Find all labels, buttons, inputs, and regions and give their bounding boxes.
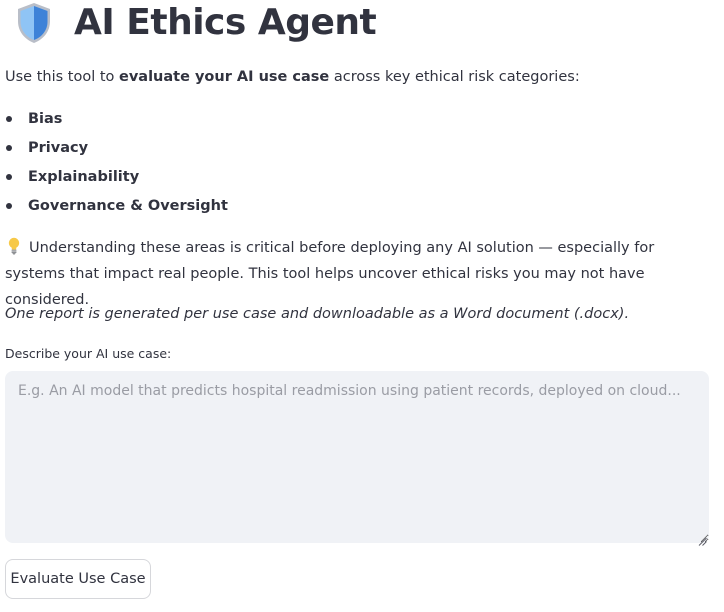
report-note: One report is generated per use case and… [5, 306, 630, 322]
intro-text: Use this tool to evaluate your AI use ca… [5, 66, 580, 88]
page-title: AI Ethics Agent [74, 2, 377, 43]
category-label: Governance & Oversight [28, 198, 228, 214]
bullet-icon [6, 116, 12, 122]
use-case-input[interactable] [5, 371, 709, 543]
list-item: Privacy [5, 137, 228, 166]
list-item: Governance & Oversight [5, 195, 228, 224]
bullet-icon [6, 174, 12, 180]
risk-category-list: Bias Privacy Explainability Governance &… [5, 108, 228, 224]
list-item: Explainability [5, 166, 228, 195]
evaluate-use-case-button[interactable]: Evaluate Use Case [5, 559, 151, 599]
category-label: Bias [28, 111, 63, 127]
shield-icon [14, 1, 54, 45]
info-note-text: Understanding these areas is critical be… [5, 240, 655, 308]
page-header: AI Ethics Agent [14, 0, 377, 46]
bullet-icon [6, 145, 12, 151]
category-label: Privacy [28, 140, 89, 156]
intro-suffix: across key ethical risk categories: [329, 69, 580, 85]
intro-prefix: Use this tool to [5, 69, 119, 85]
use-case-label: Describe your AI use case: [5, 346, 172, 361]
bullet-icon [6, 203, 12, 209]
resize-handle-icon[interactable] [697, 531, 707, 546]
intro-emphasis: evaluate your AI use case [119, 69, 330, 85]
list-item: Bias [5, 108, 228, 137]
lightbulb-icon [8, 237, 20, 255]
category-label: Explainability [28, 169, 140, 185]
ai-ethics-agent-page: AI Ethics Agent Use this tool to evaluat… [0, 0, 724, 612]
info-note: Understanding these areas is critical be… [5, 235, 715, 313]
